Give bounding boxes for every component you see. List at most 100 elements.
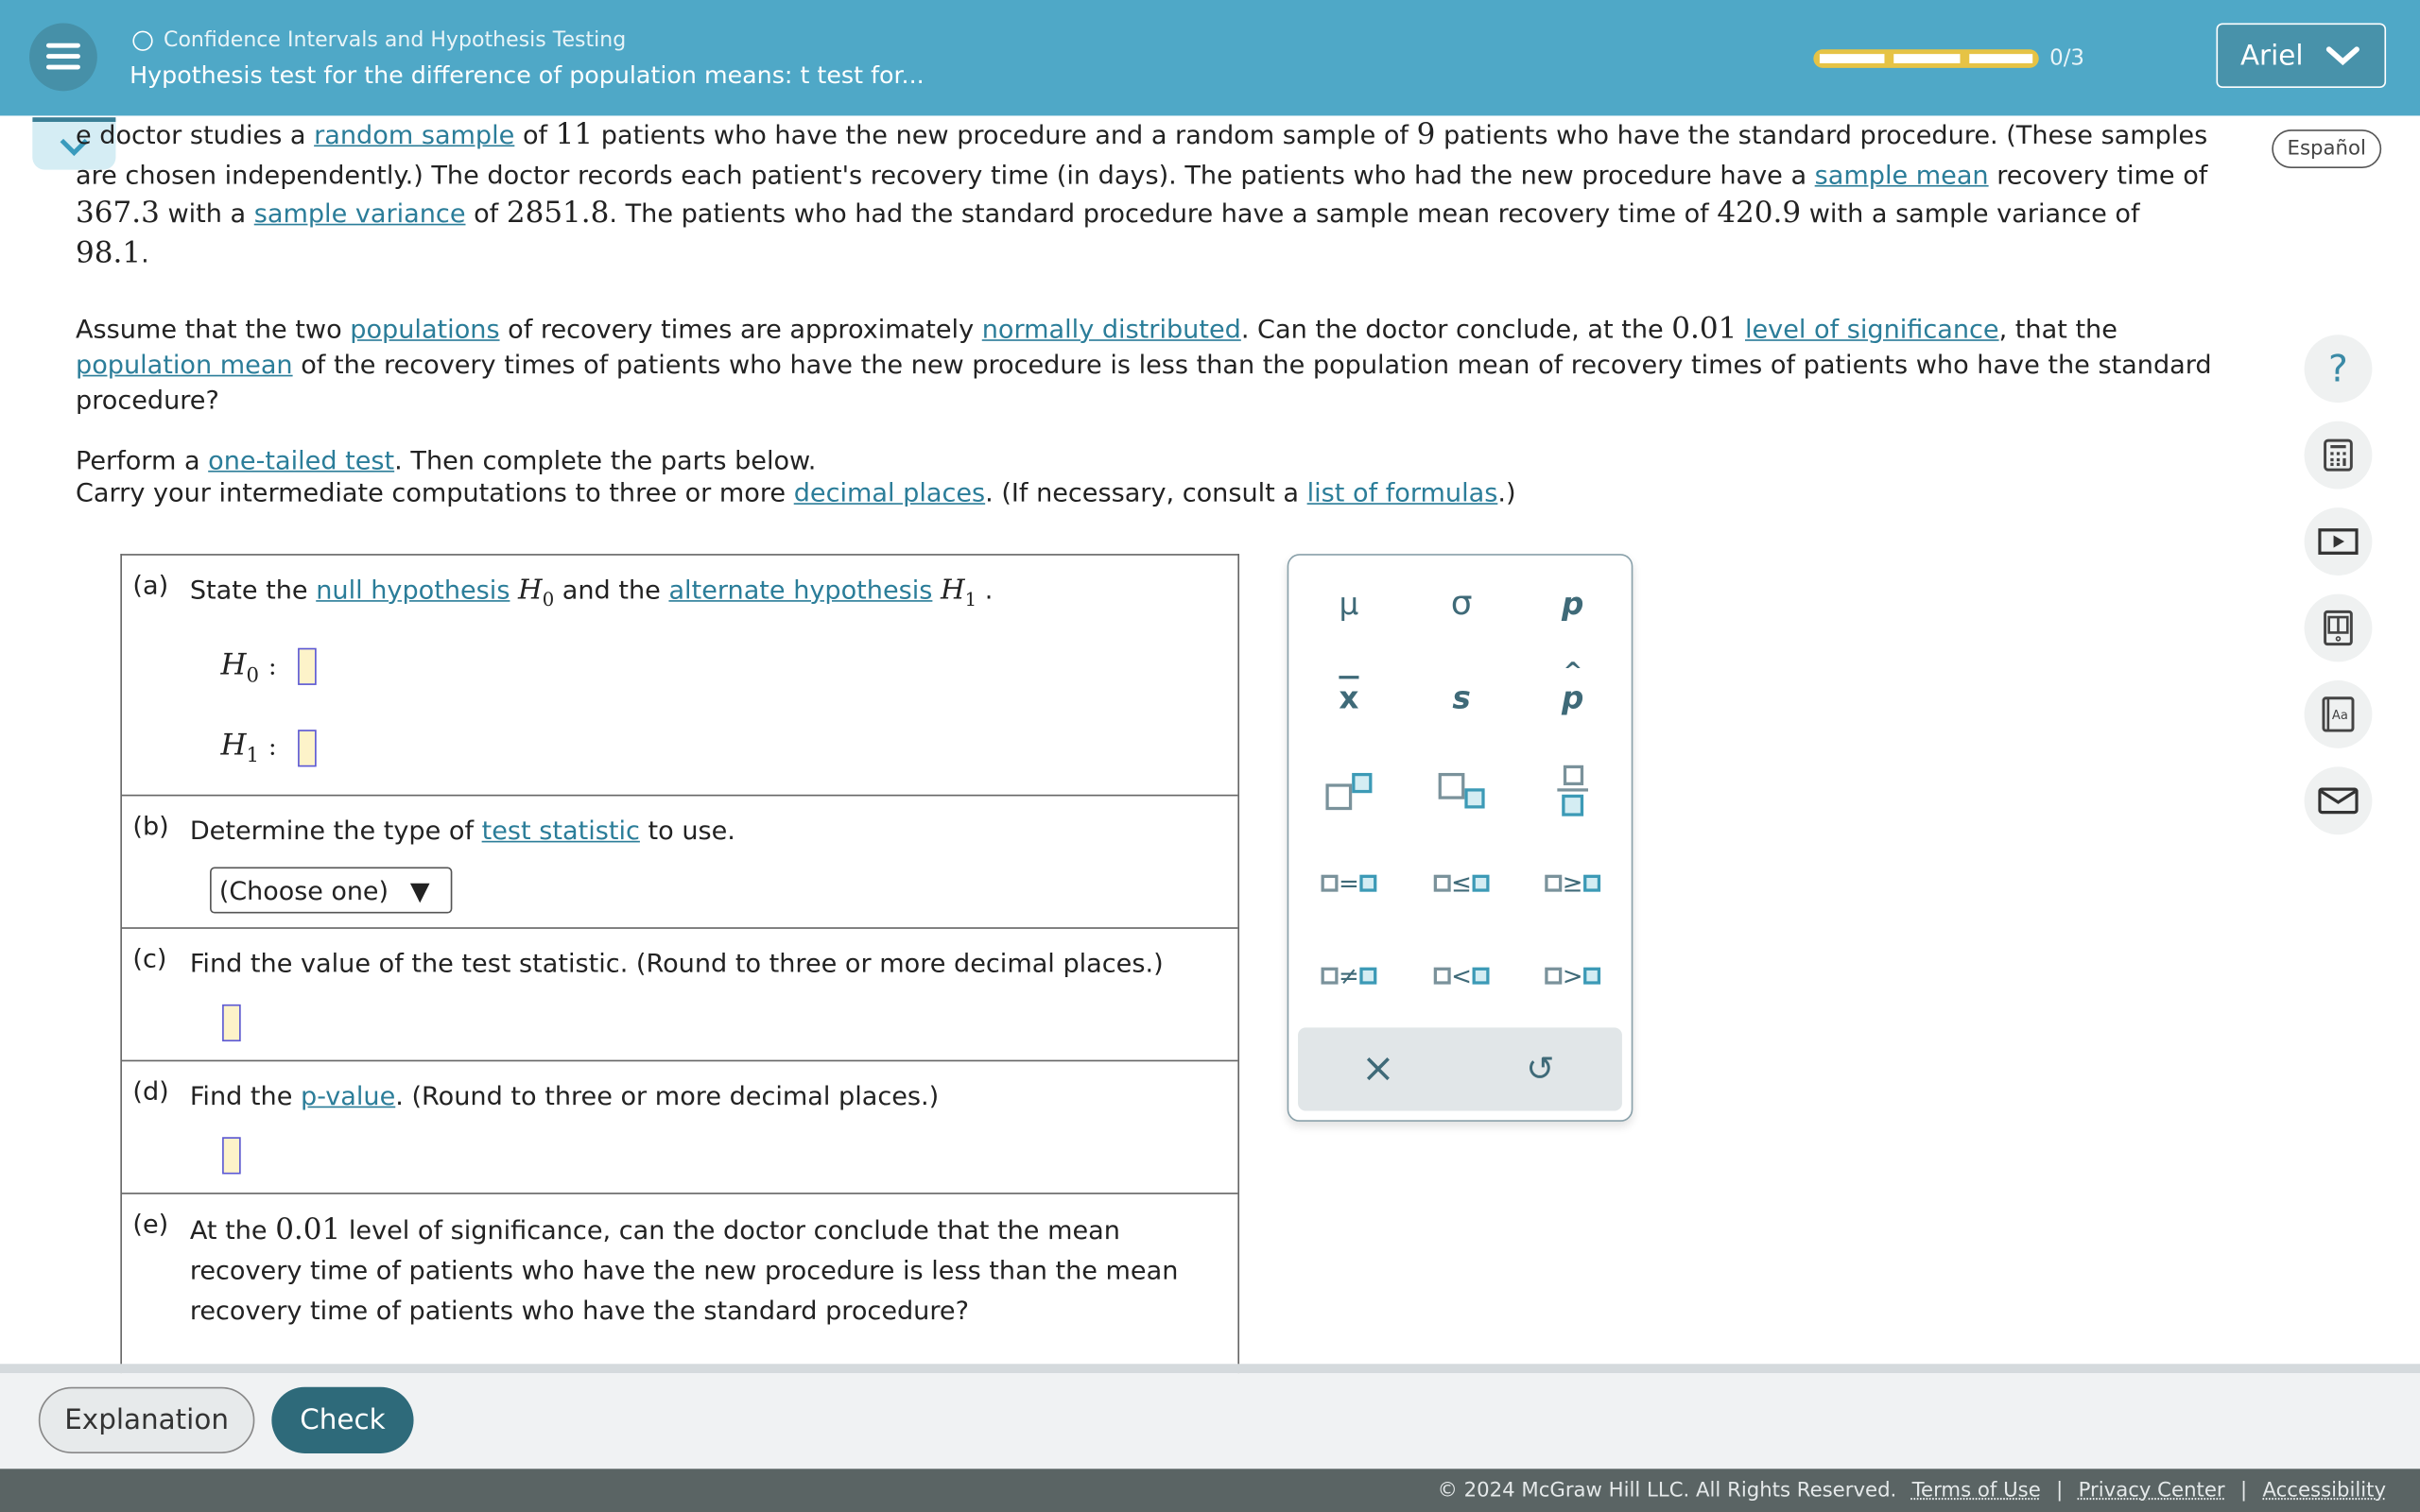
ebook-icon — [2324, 610, 2353, 646]
text-segment: . (If necessary, consult a — [985, 478, 1307, 508]
instruction-line: Carry your intermediate computations to … — [76, 476, 2221, 508]
h1-input[interactable] — [298, 730, 317, 767]
terms-link[interactable]: Terms of Use — [1912, 1479, 2041, 1502]
text-segment: . Can the doctor conclude, at the — [1240, 315, 1672, 345]
glossary-link[interactable]: decimal places — [794, 478, 985, 507]
text-segment: of recovery times are approximately — [499, 315, 982, 345]
part-label: (d) — [132, 1076, 169, 1107]
glossary-link[interactable]: one-tailed test — [208, 446, 394, 475]
topic-progress-ring-icon — [132, 29, 153, 51]
key-less-equal[interactable]: ≤ — [1408, 849, 1515, 917]
part-e-prompt: At the 0.01 level of significance, can t… — [189, 1212, 1179, 1326]
glossary-link[interactable]: populations — [350, 315, 499, 344]
test-statistic-link[interactable]: test statistic — [482, 816, 640, 846]
h0-input[interactable] — [298, 647, 317, 685]
part-d: (d) Find the p-value. (Round to three or… — [121, 1061, 1238, 1194]
glossary-link[interactable]: list of formulas — [1307, 478, 1498, 507]
key-less-than[interactable]: < — [1408, 941, 1515, 1009]
text-segment: with a — [159, 198, 254, 229]
message-button[interactable] — [2304, 766, 2373, 835]
instruction-line: Perform a one-tailed test. Then complete… — [76, 444, 2221, 476]
math-keypad: μ σ p x s ^ p = ≤ ≥ ≠ < > × ↺ — [1287, 554, 1634, 1122]
espanol-button[interactable]: Español — [2272, 129, 2382, 168]
key-greater-equal[interactable]: ≥ — [1519, 849, 1627, 917]
h1-symbol: H1 — [941, 574, 977, 610]
instructions: Perform a one-tailed test. Then complete… — [76, 444, 2221, 509]
key-x-bar[interactable]: x — [1295, 663, 1403, 731]
part-c-prompt: Find the value of the test statistic. (R… — [189, 949, 1164, 979]
user-name: Ariel — [2239, 39, 2304, 72]
key-superscript[interactable] — [1295, 756, 1403, 824]
number-value: 98.1 — [75, 234, 142, 269]
part-a-prompt: State the null hypothesis H0 and the alt… — [190, 571, 994, 620]
test-statistic-input[interactable] — [222, 1004, 241, 1042]
video-button[interactable] — [2304, 507, 2373, 576]
copyright: © 2024 McGraw Hill LLC. All Rights Reser… — [1437, 1478, 1897, 1503]
key-s[interactable]: s — [1408, 663, 1515, 731]
text-segment: e doctor studies a — [75, 120, 315, 150]
user-menu-button[interactable]: Ariel — [2216, 23, 2387, 89]
h0-symbol: H0 — [518, 574, 555, 610]
glossary-link[interactable]: sample mean — [1815, 160, 1989, 189]
breadcrumb-text: Confidence Intervals and Hypothesis Test… — [164, 27, 627, 53]
explanation-button[interactable]: Explanation — [38, 1386, 255, 1453]
undo-icon[interactable]: ↺ — [1486, 1036, 1594, 1104]
ebook-button[interactable] — [2304, 593, 2373, 662]
test-statistic-select[interactable]: (Choose one) ▼ — [210, 867, 453, 914]
part-label: (a) — [132, 571, 169, 601]
alternate-hypothesis-link[interactable]: alternate hypothesis — [668, 576, 932, 605]
glossary-button[interactable]: Aa — [2304, 679, 2373, 748]
p-value-link[interactable]: p-value — [301, 1081, 395, 1110]
part-b-prompt: Determine the type of test statistic to … — [189, 816, 735, 846]
separator: | — [2056, 1478, 2064, 1503]
glossary-link[interactable]: normally distributed — [982, 315, 1241, 344]
text-segment: . Then complete the parts below. — [394, 445, 817, 475]
help-button[interactable]: ? — [2304, 335, 2373, 404]
part-a: (a) State the null hypothesis H0 and the… — [121, 556, 1238, 797]
clear-icon[interactable]: × — [1324, 1036, 1432, 1104]
mail-icon — [2318, 787, 2359, 815]
key-subscript[interactable] — [1408, 756, 1515, 824]
prompt-text: State the — [189, 575, 317, 605]
page: Confidence Intervals and Hypothesis Test… — [0, 0, 2420, 1512]
part-c: (c) Find the value of the test statistic… — [121, 929, 1238, 1062]
part-label: (e) — [132, 1209, 169, 1240]
glossary-link[interactable]: random sample — [314, 120, 514, 149]
h0-label: H0 : — [220, 647, 277, 688]
key-not-equal[interactable]: ≠ — [1295, 941, 1403, 1009]
menu-button[interactable] — [29, 23, 97, 92]
prompt-text: and the — [554, 575, 669, 605]
key-sigma[interactable]: σ — [1408, 569, 1515, 637]
number-value: 9 — [1416, 117, 1436, 151]
key-greater-than[interactable]: > — [1519, 941, 1627, 1009]
page-title: Hypothesis test for the difference of po… — [130, 61, 925, 90]
number-value: 2851.8 — [506, 196, 610, 231]
separator: | — [2239, 1478, 2248, 1503]
text-segment: recovery time of — [1988, 159, 2208, 189]
calculator-button[interactable] — [2304, 421, 2373, 490]
accessibility-link[interactable]: Accessibility — [2262, 1479, 2386, 1502]
key-p-hat[interactable]: ^ p — [1519, 658, 1627, 731]
part-label: (c) — [132, 944, 167, 974]
null-hypothesis-link[interactable]: null hypothesis — [316, 576, 510, 605]
key-mu[interactable]: μ — [1295, 569, 1403, 637]
keypad-actions: × ↺ — [1298, 1027, 1622, 1111]
p-value-input[interactable] — [222, 1137, 241, 1175]
key-p[interactable]: p — [1519, 569, 1627, 637]
text-segment: . — [141, 238, 149, 268]
breadcrumb[interactable]: Confidence Intervals and Hypothesis Test… — [132, 27, 627, 53]
privacy-link[interactable]: Privacy Center — [2079, 1479, 2225, 1502]
key-equals[interactable]: = — [1295, 849, 1403, 917]
text-segment: of — [514, 120, 556, 150]
progress-bar — [1813, 49, 2039, 68]
glossary-link[interactable]: level of significance — [1745, 315, 1999, 344]
h1-label: H1 : — [220, 728, 277, 768]
glossary-link[interactable]: population mean — [76, 351, 293, 380]
calculator-icon — [2324, 438, 2353, 472]
check-button[interactable]: Check — [271, 1386, 414, 1453]
glossary-link[interactable]: sample variance — [254, 199, 466, 229]
text-segment: of — [465, 198, 507, 229]
number-value: 420.9 — [1717, 196, 1802, 231]
key-fraction[interactable] — [1519, 756, 1627, 824]
question-mark-icon: ? — [2328, 347, 2348, 391]
